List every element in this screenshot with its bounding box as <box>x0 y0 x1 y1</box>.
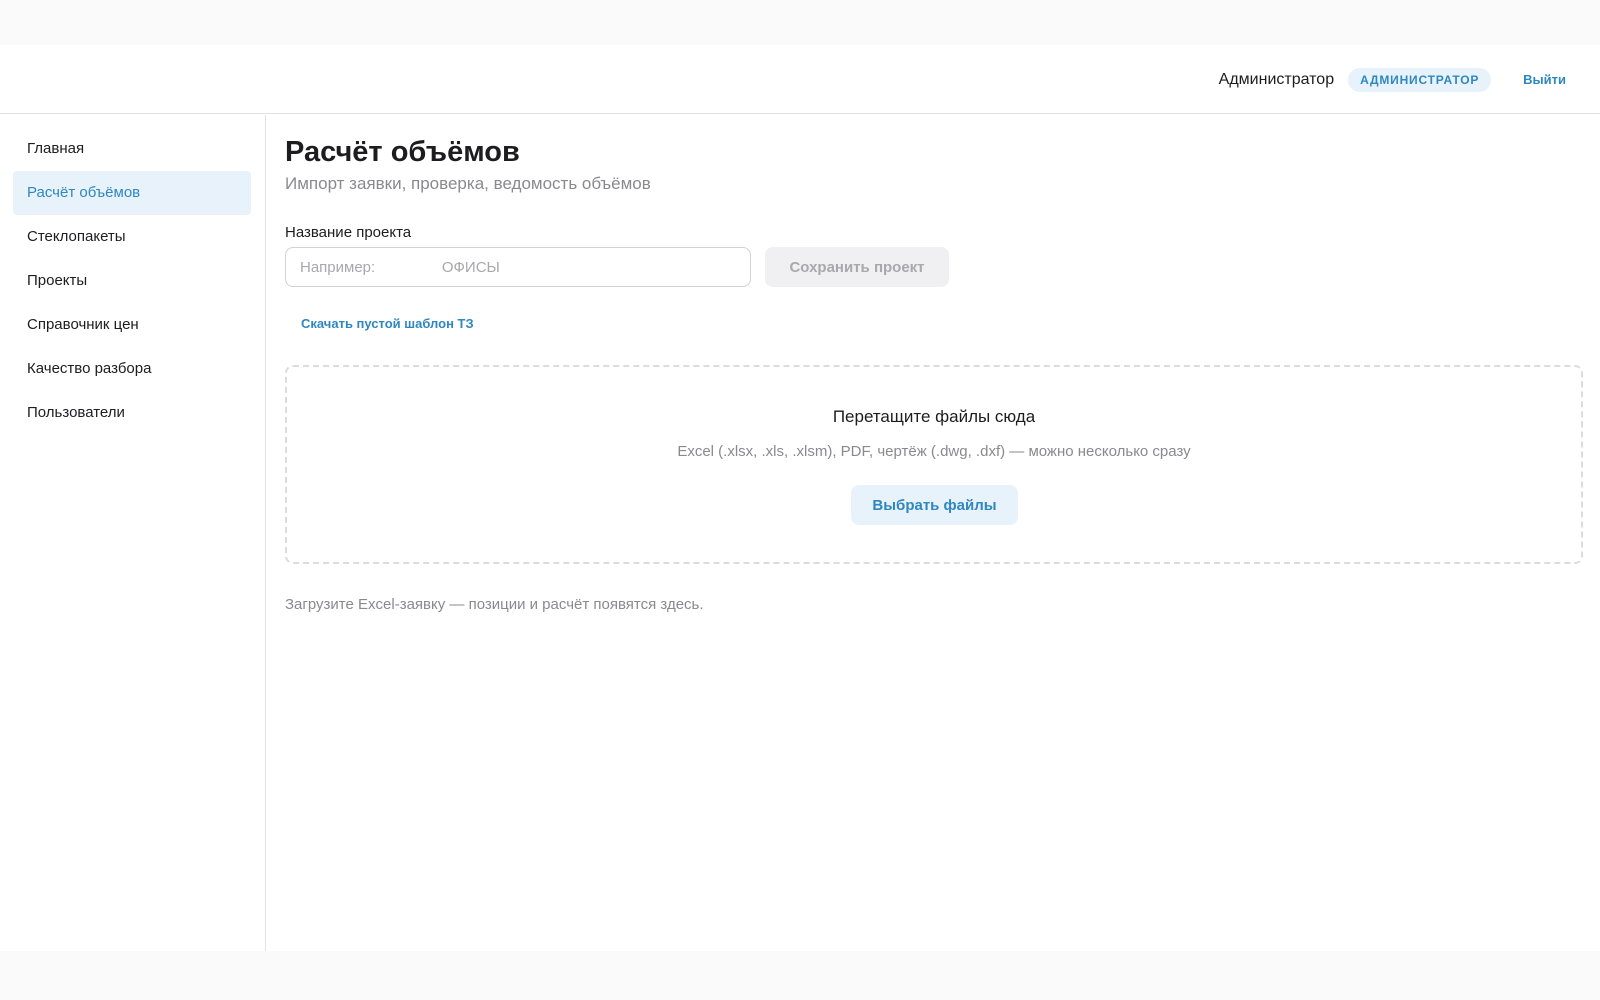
file-dropzone[interactable]: Перетащите файлы сюда Excel (.xlsx, .xls… <box>285 365 1583 564</box>
user-panel: Администратор АДМИНИСТРАТОР Выйти <box>1219 45 1566 114</box>
page-subtitle: Импорт заявки, проверка, ведомость объём… <box>285 174 651 193</box>
empty-state-hint: Загрузите Excel-заявку — позиции и расчё… <box>285 596 704 613</box>
project-name-label: Название проекта <box>285 224 412 241</box>
sidebar-item-glass-units[interactable]: Стеклопакеты <box>13 215 251 259</box>
sidebar: Главная Расчёт объёмов Стеклопакеты Прое… <box>0 115 266 951</box>
main-content: Расчёт объёмов Импорт заявки, проверка, … <box>285 115 1585 951</box>
top-header: Администратор АДМИНИСТРАТОР Выйти <box>0 45 1600 114</box>
sidebar-item-projects[interactable]: Проекты <box>13 259 251 303</box>
sidebar-item-users[interactable]: Пользователи <box>13 391 251 435</box>
sidebar-item-price-list[interactable]: Справочник цен <box>13 303 251 347</box>
choose-files-button[interactable]: Выбрать файлы <box>851 485 1018 525</box>
role-badge: АДМИНИСТРАТОР <box>1348 67 1492 92</box>
dropzone-title: Перетащите файлы сюда <box>832 407 1036 426</box>
sidebar-item-home[interactable]: Главная <box>13 127 251 171</box>
download-template-link[interactable]: Скачать пустой шаблон ТЗ <box>301 316 474 331</box>
sidebar-item-parse-quality[interactable]: Качество разбора <box>13 347 251 391</box>
app-window: Администратор АДМИНИСТРАТОР Выйти Главна… <box>0 45 1600 951</box>
save-project-button[interactable]: Сохранить проект <box>765 247 949 287</box>
logout-link[interactable]: Выйти <box>1523 72 1566 87</box>
page-title: Расчёт объёмов <box>285 136 520 168</box>
sidebar-item-volume-calc[interactable]: Расчёт объёмов <box>13 171 251 215</box>
user-name: Администратор <box>1218 70 1335 88</box>
dropzone-hint: Excel (.xlsx, .xls, .xlsm), PDF, чертёж … <box>677 443 1191 460</box>
project-name-input[interactable] <box>285 247 751 287</box>
